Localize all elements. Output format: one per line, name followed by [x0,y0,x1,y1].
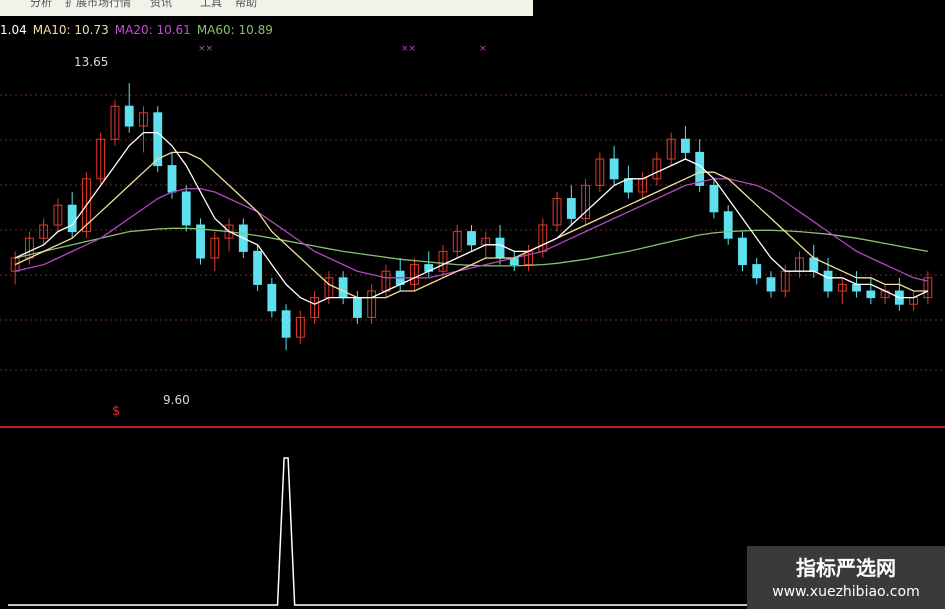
high-price-label: 13.65 [74,55,109,69]
candle-body [823,270,833,292]
candlestick-chart [0,83,945,606]
candle-body [267,283,277,312]
candle-body [723,211,733,239]
menu-item[interactable]: 帮助 [235,0,257,10]
watermark-title: 指标严选网 [796,556,896,580]
candle-body [253,250,262,285]
ma20-label: MA20: 10.61 [114,23,191,37]
candle-body [281,310,291,338]
candle-body [352,297,362,318]
ma5-value: 1.04 [0,23,27,37]
candle-body [495,237,505,259]
signal-marker: × [479,44,487,54]
menu-item[interactable]: 工具 [200,0,222,10]
candle-body [738,237,747,266]
candle-body [852,283,861,292]
ma10-label: MA10: 10.73 [32,23,109,37]
ma5-line [14,131,929,305]
candle-body [338,277,348,299]
ma60-label: MA60: 10.89 [196,23,273,37]
candle-body [609,158,619,180]
menu-item[interactable]: 资讯 [150,0,172,10]
candle-body [124,105,134,127]
menu-strip: 分析 扩展市场行情 资讯 工具 帮助 [0,0,533,16]
menu-item[interactable]: 分析 [30,0,52,10]
candle-body [181,191,191,226]
watermark: 指标严选网 www.xuezhibiao.com [747,546,945,609]
watermark-url: www.xuezhibiao.com [772,584,920,600]
candle-body [566,198,576,219]
candle-body [766,277,776,292]
candle-body [681,138,690,153]
candle-body [467,231,476,246]
signal-symbol: $ [112,404,121,419]
ma-legend: 1.04 MA10: 10.73 MA20: 10.61 MA60: 10.89 [0,23,279,37]
signal-marker: ×× [401,44,417,54]
candle-body [866,290,876,299]
candle-body [196,224,205,259]
low-price-label: 9.60 [163,393,190,407]
signal-marker: ×× [198,44,214,54]
menu-item[interactable]: 扩展市场行情 [65,0,131,10]
candle-body [67,204,77,233]
candle-body [752,264,762,279]
candle-body [167,165,177,193]
candle-body [709,184,719,213]
